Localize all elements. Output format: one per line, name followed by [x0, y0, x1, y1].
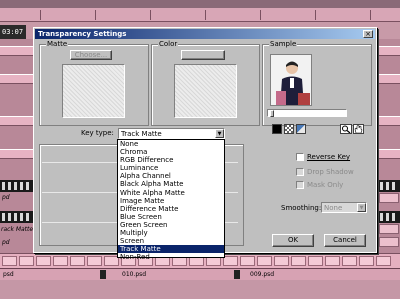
filmstrip-clip[interactable]: [0, 211, 34, 223]
ok-button[interactable]: OK: [272, 234, 314, 247]
key-type-select[interactable]: Track Matte ▼: [118, 128, 225, 139]
key-type-label: Key type:: [81, 129, 114, 137]
sample-group: Sample: [262, 40, 372, 126]
timeline-track[interactable]: [377, 116, 400, 126]
slider-thumb[interactable]: [270, 110, 274, 117]
reverse-key-checkbox[interactable]: [296, 153, 304, 161]
dropdown-option[interactable]: Screen: [118, 237, 224, 245]
color-group-label: Color: [158, 40, 179, 48]
zoom-icon[interactable]: [340, 124, 352, 134]
color-swatch-button[interactable]: [181, 50, 225, 60]
clip-chip[interactable]: [379, 224, 399, 234]
filmstrip-clip[interactable]: [0, 180, 34, 192]
dropdown-option[interactable]: RGB Difference: [118, 156, 224, 164]
dropdown-option[interactable]: Luminance: [118, 164, 224, 172]
dropdown-option-selected[interactable]: Track Matte: [118, 245, 224, 254]
dropdown-option[interactable]: Chroma: [118, 148, 224, 156]
timeline-ruler[interactable]: [0, 8, 400, 22]
close-button[interactable]: ×: [363, 30, 373, 38]
timecode-display: 03:07: [0, 25, 26, 39]
ruler-tick: [40, 10, 41, 20]
mask-only-checkbox[interactable]: [296, 181, 304, 189]
color-group: Color: [151, 40, 260, 126]
checkerboard-icon[interactable]: [284, 124, 294, 134]
timeline-top-bar: [0, 0, 400, 8]
dropdown-option[interactable]: Image Matte: [118, 197, 224, 205]
smoothing-value: None: [324, 204, 343, 212]
clip-chip[interactable]: [379, 237, 399, 247]
drop-shadow-checkbox[interactable]: [296, 168, 304, 176]
ruler-tick: [315, 10, 316, 20]
timeline-file-track[interactable]: psd 010.psd 009.psd: [0, 268, 400, 280]
timeline-track[interactable]: [377, 46, 400, 56]
dropdown-option[interactable]: None: [118, 140, 224, 148]
cancel-button[interactable]: Cancel: [324, 234, 366, 247]
timeline-track[interactable]: [0, 74, 34, 84]
file-label: 010.psd: [122, 271, 147, 278]
filmstrip-clip[interactable]: [377, 180, 400, 192]
timeline-track[interactable]: [377, 74, 400, 84]
clip-marker: [100, 270, 106, 279]
dialog-title: Transparency Settings: [38, 30, 127, 38]
matte-preview: [62, 64, 125, 118]
key-type-dropdown-list[interactable]: None Chroma RGB Difference Luminance Alp…: [117, 139, 225, 261]
timeline-track[interactable]: [0, 116, 34, 126]
ruler-tick: [150, 10, 151, 20]
drop-shadow-label: Drop Shadow: [307, 168, 354, 176]
ruler-tick: [205, 10, 206, 20]
clip-chip[interactable]: [379, 193, 399, 203]
sample-slider[interactable]: [267, 109, 347, 117]
color-preview: [174, 64, 237, 118]
chevron-down-icon[interactable]: ▼: [357, 203, 366, 212]
ruler-tick: [260, 10, 261, 20]
timeline-track[interactable]: [0, 46, 34, 56]
track-label: pd: [2, 239, 10, 246]
image-background-icon[interactable]: [296, 124, 306, 134]
smoothing-label: Smoothing:: [281, 204, 322, 212]
timeline-track[interactable]: [0, 149, 34, 159]
choose-matte-button[interactable]: Choose...: [70, 50, 112, 60]
ruler-tick: [95, 10, 96, 20]
file-label: psd: [3, 271, 14, 278]
reverse-key-label: Reverse Key: [307, 153, 351, 161]
file-label: 009.psd: [250, 271, 275, 278]
smoothing-select[interactable]: None ▼: [321, 202, 367, 213]
clip-marker: [234, 270, 240, 279]
timeline-track[interactable]: [377, 149, 400, 159]
hand-icon[interactable]: [353, 124, 364, 134]
filmstrip-clip[interactable]: [377, 211, 400, 223]
track-label: rack Matte: [1, 226, 34, 233]
mask-only-label: Mask Only: [307, 181, 344, 189]
chevron-down-icon[interactable]: ▼: [215, 129, 224, 138]
dropdown-option[interactable]: White Alpha Matte: [118, 189, 224, 197]
dropdown-option[interactable]: Non-Red: [118, 253, 224, 261]
key-type-value: Track Matte: [121, 130, 162, 138]
dropdown-option[interactable]: Multiply: [118, 229, 224, 237]
dropdown-option[interactable]: Green Screen: [118, 221, 224, 229]
sample-preview-image: [270, 54, 312, 106]
ruler-tick: [370, 10, 371, 20]
dropdown-option[interactable]: Difference Matte: [118, 205, 224, 213]
dialog-titlebar[interactable]: Transparency Settings ×: [35, 29, 375, 39]
black-background-icon[interactable]: [272, 124, 282, 134]
sample-group-label: Sample: [269, 40, 298, 48]
matte-group-label: Matte: [46, 40, 69, 48]
dropdown-option[interactable]: Blue Screen: [118, 213, 224, 221]
track-label: pd: [2, 194, 10, 201]
timeline-footer: [0, 280, 400, 299]
matte-group: Matte Choose...: [39, 40, 149, 126]
dropdown-option[interactable]: Black Alpha Matte: [118, 180, 224, 188]
dropdown-option[interactable]: Alpha Channel: [118, 172, 224, 180]
